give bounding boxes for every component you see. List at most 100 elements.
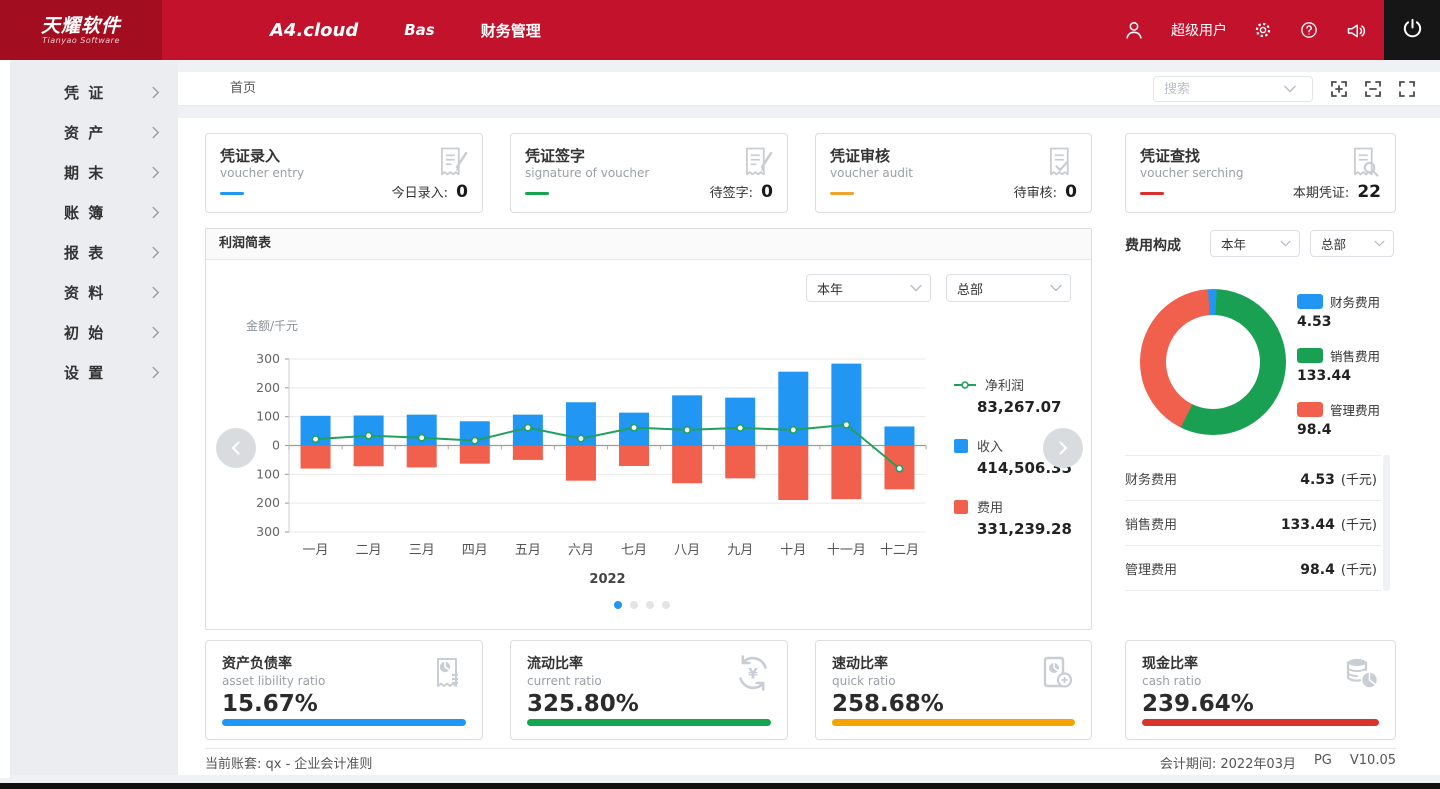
- app-logo[interactable]: 天耀软件 Tianyao Software: [0, 0, 162, 60]
- ratio-progress-bar: [1142, 719, 1379, 726]
- expense-legend-value: 98.4: [1297, 422, 1397, 438]
- voucher-card-1[interactable]: 凭证签字signature of voucher待签字: 0: [510, 133, 788, 213]
- expense-chart-legend: 财务费用4.53 销售费用133.44 管理费用 98.4: [1297, 292, 1397, 454]
- sidebar-item-4[interactable]: 报 表: [10, 232, 178, 272]
- receipt-pie-icon: [428, 653, 468, 693]
- ratio-card-0[interactable]: 资产负债率asset libility ratio15.67%: [205, 640, 483, 740]
- header-right: 超级用户: [1123, 19, 1384, 41]
- nav-item-a4cloud[interactable]: A4.cloud: [270, 20, 358, 41]
- fullscreen-icon[interactable]: [1398, 80, 1416, 98]
- expense-legend-label: 财务费用: [1330, 292, 1380, 311]
- carousel-dot-0[interactable]: [614, 601, 622, 609]
- current-user-label[interactable]: 超级用户: [1171, 20, 1227, 40]
- chevron-right-icon: [151, 366, 160, 379]
- profit-summary-panel: 利润简表 本年 总部 金额/千元 3002001000100200300一月二月…: [205, 228, 1092, 630]
- carousel-dot-2[interactable]: [646, 601, 654, 609]
- add-widget-icon[interactable]: [1330, 80, 1348, 98]
- search-input[interactable]: [1164, 82, 1284, 97]
- legend-value: 331,239.28: [977, 520, 1084, 538]
- sidebar-item-6[interactable]: 初 始: [10, 312, 178, 352]
- tab-home[interactable]: 首页: [230, 72, 256, 106]
- profit-org-select[interactable]: 总部: [946, 274, 1071, 302]
- sidebar-item-2[interactable]: 期 末: [10, 152, 178, 192]
- expense-period-select[interactable]: 本年: [1210, 230, 1300, 257]
- carousel-dot-1[interactable]: [630, 601, 638, 609]
- legend-label: 费用: [977, 497, 1003, 516]
- nav-item-bas[interactable]: Bas: [404, 21, 434, 39]
- voucher-card-subtitle: voucher audit: [830, 166, 913, 180]
- nav-item-finance[interactable]: 财务管理: [481, 20, 541, 41]
- legend-item-2[interactable]: 费用 331,239.28: [954, 497, 1084, 538]
- stat-value: 0: [456, 182, 468, 202]
- voucher-card-title: 凭证查找: [1140, 145, 1200, 166]
- svg-text:0: 0: [272, 438, 280, 453]
- profit-period-select[interactable]: 本年: [806, 274, 931, 302]
- sidebar-item-3[interactable]: 账 簿: [10, 192, 178, 232]
- voucher-card-2[interactable]: 凭证审核voucher audit待审核: 0: [815, 133, 1092, 213]
- bar-收入: [672, 395, 702, 445]
- logout-power-button[interactable]: [1384, 0, 1440, 60]
- sidebar-item-1[interactable]: 资 产: [10, 112, 178, 152]
- search-select[interactable]: [1153, 76, 1313, 102]
- svg-text:200: 200: [256, 380, 280, 395]
- remove-widget-icon[interactable]: [1364, 80, 1382, 98]
- expense-row-unit: (千元): [1341, 514, 1377, 533]
- expense-row-unit: (千元): [1341, 469, 1377, 488]
- voucher-card-title: 凭证审核: [830, 145, 890, 166]
- expense-legend-item-1[interactable]: 销售费用133.44: [1297, 346, 1397, 384]
- chevron-right-icon: [151, 206, 160, 219]
- voucher-card-subtitle: voucher entry: [220, 166, 304, 180]
- ratio-card-2[interactable]: 速动比率quick ratio258.68%: [815, 640, 1092, 740]
- expense-row-right: 133.44 (千元): [1281, 514, 1381, 533]
- profit-bar-line-chart: 3002001000100200300一月二月三月四月五月六月七月八月九月十月十…: [241, 329, 941, 604]
- svg-text:2022: 2022: [589, 572, 625, 587]
- bar-收入: [354, 416, 384, 446]
- expense-row-value: 133.44: [1281, 517, 1335, 533]
- expense-table-row-0[interactable]: 财务费用4.53(千元): [1125, 456, 1381, 501]
- expense-table-row-2[interactable]: 管理费用98.4(千元): [1125, 546, 1381, 591]
- expense-table-scrollbar[interactable]: [1383, 455, 1390, 591]
- gear-icon[interactable]: [1253, 20, 1273, 40]
- voucher-card-3[interactable]: 凭证查找voucher serching本期凭证: 22: [1125, 133, 1396, 213]
- ratio-card-subtitle: asset libility ratio: [222, 674, 325, 688]
- svg-text:一月: 一月: [303, 543, 329, 558]
- expense-table-row-1[interactable]: 销售费用133.44(千元): [1125, 501, 1381, 546]
- version-label: V10.05: [1350, 753, 1396, 772]
- expense-legend-item-2[interactable]: 管理费用 98.4: [1297, 400, 1397, 438]
- carousel-dot-3[interactable]: [662, 601, 670, 609]
- voucher-card-0[interactable]: 凭证录入voucher entry今日录入: 0: [205, 133, 483, 213]
- expense-org-select[interactable]: 总部: [1310, 230, 1394, 257]
- chevron-right-icon: [151, 286, 160, 299]
- svg-text:100: 100: [256, 466, 280, 481]
- ratio-card-1[interactable]: 流动比率current ratio325.80%¥: [510, 640, 788, 740]
- legend-row: 费用: [954, 497, 1084, 516]
- svg-text:¥: ¥: [748, 667, 758, 683]
- square-marker-icon: [1297, 294, 1323, 309]
- legend-row: 净利润: [954, 375, 1084, 394]
- profit-chart-svg: 3002001000100200300一月二月三月四月五月六月七月八月九月十月十…: [241, 329, 941, 604]
- sidebar-item-7[interactable]: 设 置: [10, 352, 178, 392]
- stat-label: 待签字:: [710, 186, 758, 201]
- svg-text:十二月: 十二月: [880, 543, 919, 558]
- sidebar-item-5[interactable]: 资 料: [10, 272, 178, 312]
- expense-legend-row: 管理费用: [1297, 400, 1397, 419]
- sidebar-item-0[interactable]: 凭 证: [10, 72, 178, 112]
- app-root: 天耀软件 Tianyao Software A4.cloud Bas 财务管理 …: [0, 0, 1440, 789]
- announcement-icon[interactable]: [1345, 20, 1366, 41]
- chevron-right-icon: [151, 246, 160, 259]
- ratio-card-3[interactable]: 现金比率cash ratio239.64%: [1125, 640, 1396, 740]
- voucher-card-stat: 今日录入: 0: [392, 182, 468, 202]
- receipt-edit-icon: [434, 144, 470, 180]
- expense-legend-item-0[interactable]: 财务费用4.53: [1297, 292, 1397, 330]
- carousel-next-button[interactable]: [1043, 428, 1083, 468]
- expense-row-value: 4.53: [1300, 472, 1335, 488]
- chevron-down-icon: [1284, 85, 1296, 93]
- left-gutter: [0, 60, 10, 778]
- legend-item-0[interactable]: 净利润83,267.07: [954, 375, 1084, 416]
- svg-text:300: 300: [256, 524, 280, 539]
- carousel-prev-button[interactable]: [216, 428, 256, 468]
- expense-row-label: 管理费用: [1125, 559, 1177, 578]
- user-icon[interactable]: [1123, 19, 1145, 41]
- expense-legend-label: 管理费用: [1330, 400, 1380, 419]
- help-icon[interactable]: [1299, 20, 1319, 40]
